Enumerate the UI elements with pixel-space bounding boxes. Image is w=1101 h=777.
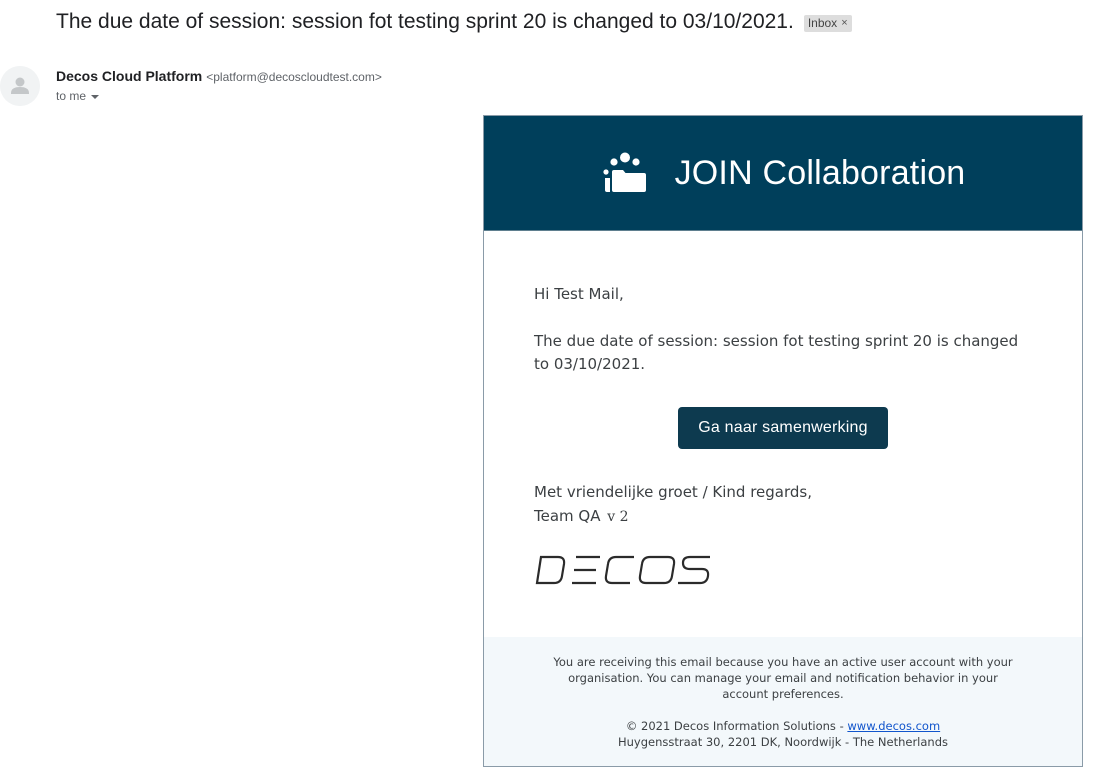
sender-email: <platform@decoscloudtest.com> bbox=[206, 70, 382, 84]
card-content: Hi Test Mail, The due date of session: s… bbox=[484, 283, 1082, 585]
sender-avatar[interactable] bbox=[0, 66, 40, 106]
notification-message: The due date of session: session fot tes… bbox=[534, 332, 1019, 373]
email-body-card: JOIN Collaboration Hi Test Mail, The due… bbox=[483, 115, 1083, 767]
email-subject: The due date of session: session fot tes… bbox=[56, 10, 794, 33]
inbox-label-chip[interactable]: Inbox × bbox=[803, 14, 852, 32]
copyright-text: © 2021 Decos Information Solutions - bbox=[625, 719, 848, 733]
card-footer: You are receiving this email because you… bbox=[484, 637, 1082, 766]
team-version: v 2 bbox=[607, 509, 629, 525]
team-signature: Team QA v 2 bbox=[534, 505, 1032, 529]
footer-notice: You are receiving this email because you… bbox=[553, 655, 1013, 701]
card-header: JOIN Collaboration bbox=[484, 116, 1082, 231]
app-title: JOIN Collaboration bbox=[674, 153, 966, 192]
email-subject-row: The due date of session: session fot tes… bbox=[56, 10, 852, 34]
default-person-icon bbox=[0, 66, 40, 106]
cta-container: Ga naar samenwerking bbox=[534, 407, 1032, 449]
inbox-label-text: Inbox bbox=[807, 15, 838, 30]
greeting-text: Hi Test Mail, bbox=[534, 285, 624, 303]
team-name: Team QA bbox=[534, 507, 601, 525]
remove-label-icon[interactable]: × bbox=[841, 16, 847, 31]
decos-logo bbox=[535, 555, 710, 585]
decos-website-link[interactable]: www.decos.com bbox=[847, 719, 940, 733]
recipient-details-toggle[interactable]: to me bbox=[56, 89, 100, 103]
footer-address: Huygensstraat 30, 2201 DK, Noordwijk - T… bbox=[617, 735, 949, 749]
team-folder-icon bbox=[602, 152, 646, 192]
go-to-collaboration-button[interactable]: Ga naar samenwerking bbox=[678, 407, 888, 449]
footer-copyright-line: © 2021 Decos Information Solutions - www… bbox=[484, 718, 1082, 734]
sender-row: Decos Cloud Platform <platform@decosclou… bbox=[56, 68, 382, 84]
regards-text: Met vriendelijke groet / Kind regards, bbox=[534, 483, 812, 501]
sender-name[interactable]: Decos Cloud Platform bbox=[56, 68, 202, 84]
recipient-label: to me bbox=[56, 89, 87, 103]
chevron-down-icon[interactable] bbox=[91, 94, 100, 99]
